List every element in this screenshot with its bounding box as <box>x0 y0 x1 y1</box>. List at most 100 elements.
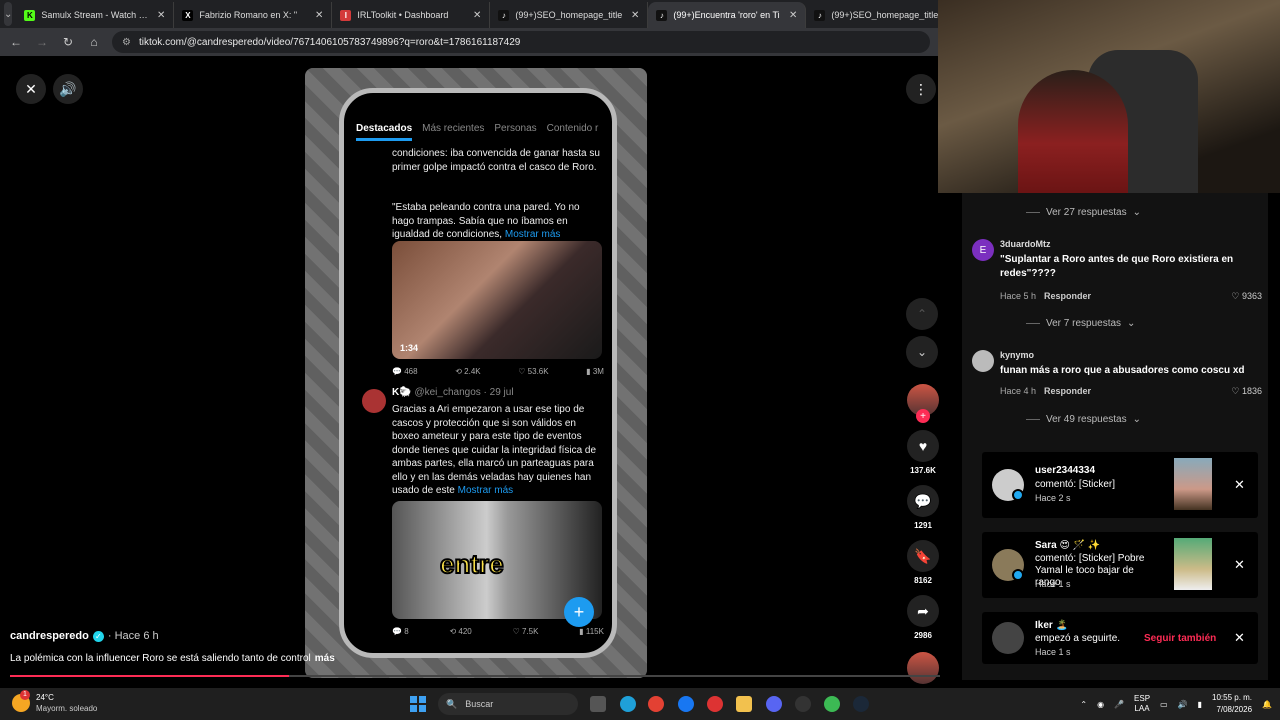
close-tab-icon[interactable]: ✕ <box>473 10 481 21</box>
bookmark-icon[interactable]: 🔖 <box>907 540 939 572</box>
address-bar[interactable]: ⚙ tiktok.com/@candresperedo/video/767140… <box>112 31 930 53</box>
volume-icon[interactable]: 🔊 <box>53 74 83 104</box>
site-info-icon[interactable]: ⚙ <box>122 37 131 48</box>
close-icon[interactable]: ✕ <box>1234 630 1245 646</box>
browser-tab[interactable]: K Samulx Stream - Watch Live on ✕ <box>16 2 175 28</box>
video-player[interactable]: Destacados Más recientes Personas Conten… <box>305 68 647 678</box>
comment-count: 1291 <box>914 521 932 530</box>
notification-time: Hace 2 s <box>1035 493 1071 503</box>
close-tab-icon[interactable]: ✕ <box>157 10 165 21</box>
close-tab-icon[interactable]: ✕ <box>789 10 797 21</box>
close-icon[interactable]: ✕ <box>1234 477 1245 493</box>
description-more-button[interactable]: más <box>315 653 335 664</box>
follow-plus-icon[interactable]: + <box>916 409 930 423</box>
view-replies-button[interactable]: Ver 27 respuestas ⌄ <box>1026 207 1141 218</box>
taskbar-search[interactable]: 🔍 Buscar <box>438 693 578 715</box>
comment-like[interactable]: ♡ 1836 <box>1231 386 1262 397</box>
edge-icon[interactable] <box>620 696 636 712</box>
battery-icon[interactable]: ▮ <box>1198 700 1202 709</box>
app-icon[interactable] <box>707 696 723 712</box>
browser-tab[interactable]: X Fabrizio Romano en X: " ✕ <box>174 2 333 28</box>
browser-tab[interactable]: ♪ (99+)SEO_homepage_title ✕ <box>490 2 649 28</box>
close-icon[interactable]: ✕ <box>1234 557 1245 573</box>
creator-avatar[interactable]: + <box>907 384 939 423</box>
close-tab-icon[interactable]: ✕ <box>315 10 323 21</box>
search-placeholder: Buscar <box>465 699 494 709</box>
steam-icon[interactable] <box>853 696 869 712</box>
comment-username[interactable]: kynymo <box>1000 350 1034 360</box>
video-progress-fill <box>10 675 289 677</box>
close-video-button[interactable]: ✕ <box>16 74 46 104</box>
comment-icon[interactable]: 💬 <box>907 485 939 517</box>
discord-icon[interactable] <box>766 696 782 712</box>
share-count: 2986 <box>914 631 932 640</box>
view-replies-button[interactable]: Ver 7 respuestas ⌄ <box>1026 318 1135 329</box>
system-tray: ⌃ ◉ 🎤 ESP LAA ▭ 🔊 ▮ 10:55 p. m. 7/08/2026 … <box>1080 692 1272 716</box>
comment-badge-icon <box>1012 489 1024 501</box>
follow-back-button[interactable]: Seguir también <box>1144 633 1216 644</box>
back-arrow-icon[interactable]: ← <box>8 34 24 50</box>
save-count: 8162 <box>914 576 932 585</box>
comment-username[interactable]: 3duardoMtz <box>1000 239 1051 249</box>
windows-start-icon[interactable] <box>410 696 426 712</box>
music-avatar[interactable] <box>907 652 939 684</box>
weather-widget[interactable]: 1 24°C Mayorm. soleado <box>12 690 97 714</box>
like-action[interactable]: ♥ 137.6K <box>907 430 939 475</box>
view-count: ▮ 3M <box>586 367 604 376</box>
phone-tabs: Destacados Más recientes Personas Conten… <box>344 123 612 141</box>
retweet-count: ⟲ 420 <box>449 627 472 636</box>
browser-toolbar: ← → ↻ ⌂ ⚙ tiktok.com/@candresperedo/vide… <box>0 28 938 56</box>
view-replies-button[interactable]: Ver 49 respuestas ⌄ <box>1026 414 1141 425</box>
close-tab-icon[interactable]: ✕ <box>631 10 639 21</box>
notification[interactable]: user2344334 comentó: [Sticker] Hace 2 s … <box>982 452 1258 518</box>
video-description: La polémica con la influencer Roro se es… <box>10 653 335 664</box>
video-overlay-caption: entre <box>439 548 505 580</box>
chrome-active-icon[interactable] <box>824 696 840 712</box>
notification-bell-icon[interactable]: 🔔 <box>1262 700 1272 709</box>
app-icon[interactable] <box>795 696 811 712</box>
language-indicator[interactable]: ESP LAA <box>1134 694 1150 714</box>
display-icon[interactable]: ▭ <box>1160 700 1168 709</box>
microphone-icon[interactable]: 🎤 <box>1114 700 1124 709</box>
search-icon: 🔍 <box>446 698 458 709</box>
chrome-icon[interactable] <box>648 696 664 712</box>
author-line: candresperedo ✓ · Hace 6 h <box>10 630 159 642</box>
previous-video-button[interactable]: ⌃ <box>906 298 938 330</box>
phone-frame: Destacados Más recientes Personas Conten… <box>339 88 617 658</box>
comment: kynymo funan más a roro que a abusadores… <box>972 350 1262 400</box>
reply-button[interactable]: Responder <box>1044 291 1091 301</box>
browser-tab[interactable]: I IRLToolkit • Dashboard ✕ <box>332 2 491 28</box>
browser-tab[interactable]: ♪ (99+)Encuentra 'roro' en Ti ✕ <box>648 2 807 28</box>
tweet-text: condiciones: iba convencida de ganar has… <box>392 148 600 173</box>
network-icon[interactable]: ◉ <box>1097 700 1104 709</box>
home-icon[interactable]: ⌂ <box>86 34 102 50</box>
comment: E 3duardoMtz "Suplantar a Roro antes de … <box>972 239 1262 309</box>
clock[interactable]: 10:55 p. m. 7/08/2026 <box>1212 692 1252 716</box>
reload-icon[interactable]: ↻ <box>60 34 76 50</box>
save-action[interactable]: 🔖 8162 <box>907 540 939 585</box>
facebook-icon[interactable] <box>678 696 694 712</box>
volume-icon[interactable]: 🔊 <box>1178 700 1188 709</box>
video-progress-bar[interactable] <box>10 675 940 677</box>
forward-arrow-icon[interactable]: → <box>34 34 50 50</box>
tab-search-chevron-icon[interactable]: ⌄ <box>4 2 13 26</box>
next-video-button[interactable]: ⌄ <box>906 336 938 368</box>
share-action[interactable]: ➦ 2986 <box>907 595 939 640</box>
more-options-icon[interactable]: ⋮ <box>906 74 936 104</box>
share-icon[interactable]: ➦ <box>907 595 939 627</box>
comment-action[interactable]: 💬 1291 <box>907 485 939 530</box>
comment-avatar[interactable] <box>972 350 994 372</box>
reply-button[interactable]: Responder <box>1044 386 1091 396</box>
folder-icon[interactable] <box>736 696 752 712</box>
notification[interactable]: Iker 🏝️ empezó a seguirte. Hace 1 s Segu… <box>982 612 1258 664</box>
notification-thumbnail <box>1174 458 1212 510</box>
tweet-stats: 💬 8 ⟲ 420 ♡ 7.5K ▮ 115K <box>392 627 604 636</box>
heart-icon[interactable]: ♥ <box>907 430 939 462</box>
comment-like[interactable]: ♡ 9363 <box>1231 291 1262 302</box>
notification[interactable]: Sara 😍 🪄 ✨ comentó: [Sticker] Pobre Yama… <box>982 532 1258 598</box>
comment-avatar[interactable]: E <box>972 239 994 261</box>
video-stage: ✕ 🔊 ⋮ Destacados Más recientes Personas … <box>0 56 940 684</box>
chevron-up-icon[interactable]: ⌃ <box>1080 700 1087 709</box>
author-name[interactable]: candresperedo <box>10 630 89 642</box>
file-explorer-icon[interactable] <box>590 696 606 712</box>
